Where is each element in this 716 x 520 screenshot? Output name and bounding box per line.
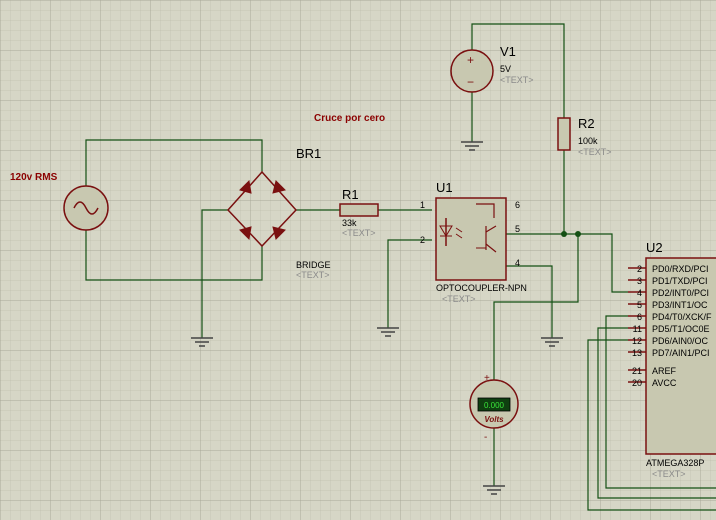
- voltmeter-plus: +: [484, 373, 490, 384]
- u2-pin-number: 6: [637, 312, 642, 322]
- u2-pin-name: PD0/RXD/PCI: [652, 264, 709, 274]
- u1-pin4: 4: [515, 258, 520, 268]
- r1-text-placeholder: <TEXT>: [342, 228, 376, 238]
- u1-pin1: 1: [420, 200, 425, 210]
- u1-pin2: 2: [420, 235, 425, 245]
- v1-ref: V1: [500, 44, 516, 59]
- u2-pin-number: 13: [632, 348, 642, 358]
- u1-pin5: 5: [515, 224, 520, 234]
- voltmeter-display: 0.000: [484, 401, 505, 410]
- v1-plus-sign: +: [467, 53, 474, 67]
- bridge-value: BRIDGE: [296, 260, 331, 270]
- u2-pin-name: PD6/AIN0/OC: [652, 336, 709, 346]
- u1-pin6: 6: [515, 200, 520, 210]
- u2-pin-number: 5: [637, 300, 642, 310]
- u2-pin-number: 4: [637, 288, 642, 298]
- u2-pin-name: PD4/T0/XCK/F: [652, 312, 712, 322]
- u2-pin-number: 3: [637, 276, 642, 286]
- u2-pin-name: PD3/INT1/OC: [652, 300, 708, 310]
- u2-pin-name: AREF: [652, 366, 677, 376]
- v1-text-placeholder: <TEXT>: [500, 75, 534, 85]
- voltmeter-minus: -: [484, 432, 487, 443]
- r2-text-placeholder: <TEXT>: [578, 147, 612, 157]
- u1-value: OPTOCOUPLER-NPN: [436, 283, 527, 293]
- schematic-canvas[interactable]: 120v RMS BR1 BRIDGE <TEXT> R1 33k <TEXT>…: [0, 0, 716, 520]
- optocoupler-u1[interactable]: [435, 197, 507, 281]
- r1-ref: R1: [342, 187, 359, 202]
- u2-pin-name: PD1/TXD/PCI: [652, 276, 708, 286]
- bridge-text-placeholder: <TEXT>: [296, 270, 330, 280]
- grid-background: [0, 0, 716, 520]
- r2-value: 100k: [578, 136, 598, 146]
- zero-cross-annotation: Cruce por cero: [314, 113, 385, 124]
- u2-pin-name: PD2/INT0/PCI: [652, 288, 709, 298]
- v1-minus-sign: −: [467, 75, 474, 89]
- u2-pin-number: 12: [632, 336, 642, 346]
- u2-pin-number: 11: [633, 324, 642, 334]
- u2-pin-name: AVCC: [652, 378, 677, 388]
- u2-pin-number: 2: [637, 264, 642, 274]
- source-label: 120v RMS: [10, 172, 58, 183]
- bridge-ref: BR1: [296, 146, 321, 161]
- resistor-r1[interactable]: [339, 203, 379, 217]
- u2-text-placeholder: <TEXT>: [652, 469, 686, 479]
- u2-pin-name: PD7/AIN1/PCI: [652, 348, 710, 358]
- r2-ref: R2: [578, 116, 595, 131]
- u1-text-placeholder: <TEXT>: [442, 294, 476, 304]
- u1-ref: U1: [436, 180, 453, 195]
- resistor-r2[interactable]: [557, 117, 571, 151]
- r1-value: 33k: [342, 218, 357, 228]
- u2-ref: U2: [646, 240, 663, 255]
- u2-pin-name: PD5/T1/OC0E: [652, 324, 710, 334]
- u2-pin-number: 21: [632, 366, 642, 376]
- u2-pin-number: 20: [632, 378, 642, 388]
- v1-value: 5V: [500, 64, 511, 74]
- u2-value: ATMEGA328P: [646, 458, 704, 468]
- ac-source[interactable]: [63, 185, 109, 231]
- voltmeter-unit: Volts: [484, 415, 504, 424]
